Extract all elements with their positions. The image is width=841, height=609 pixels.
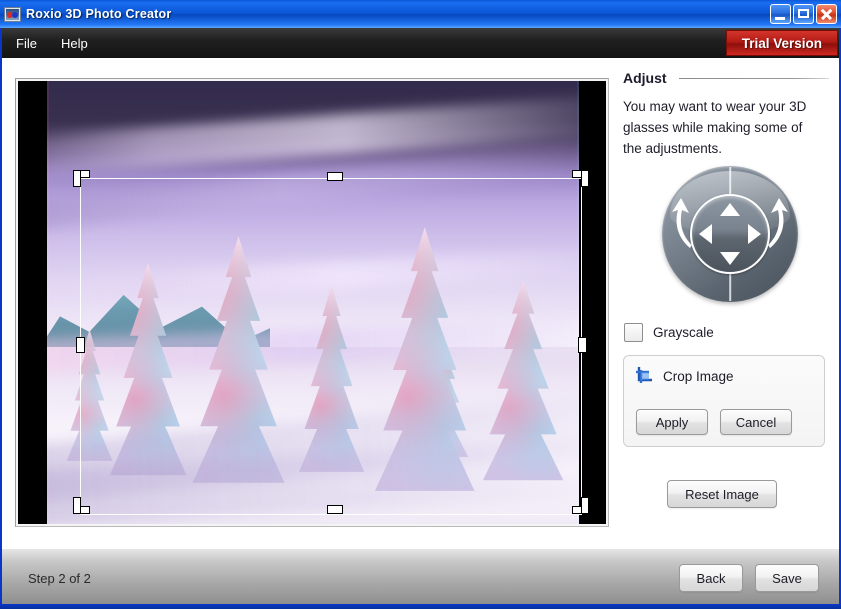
crop-handle-top-center[interactable] [327,172,343,181]
pan-down-icon[interactable] [720,252,740,265]
menu-item-file[interactable]: File [6,33,47,54]
pan-right-icon[interactable] [748,224,761,244]
title-bar: Roxio 3D Photo Creator [0,0,841,28]
maximize-button[interactable] [793,4,814,24]
navigator-split-bottom [729,271,731,301]
save-button[interactable]: Save [755,564,819,592]
reset-image-wrap: Reset Image [667,480,777,508]
status-bar: Step 2 of 2 Back Save [2,549,839,604]
apply-button[interactable]: Apply [636,409,708,435]
adjust-panel: Adjust You may want to wear your 3D glas… [610,58,839,549]
crop-handle-middle-left[interactable] [76,337,85,353]
crop-image-group: Crop Image Apply Cancel [623,355,825,447]
menu-bar: File Help Trial Version [2,28,839,58]
step-indicator: Step 2 of 2 [28,571,91,586]
reset-image-button[interactable]: Reset Image [667,480,777,508]
anaglyph-photo [47,81,579,524]
window-controls [770,4,841,24]
window-title: Roxio 3D Photo Creator [26,7,171,21]
minimize-button[interactable] [770,4,791,24]
3d-glasses-icon [4,7,21,22]
navigator-split-top [729,167,731,197]
close-button[interactable] [816,4,837,24]
grayscale-label: Grayscale [653,325,714,340]
adjust-navigator[interactable] [662,166,798,302]
wizard-navigation: Back Save [679,564,819,592]
cancel-button[interactable]: Cancel [720,409,792,435]
app-window: Roxio 3D Photo Creator File Help Trial V… [0,0,841,609]
client-area: Adjust You may want to wear your 3D glas… [2,58,839,549]
adjust-heading-row: Adjust [623,70,829,86]
crop-handle-top-left[interactable] [73,170,90,187]
menu-item-help[interactable]: Help [51,33,98,54]
crop-header: Crop Image [635,366,734,386]
pan-left-icon[interactable] [699,224,712,244]
crop-handle-bottom-left[interactable] [73,497,90,514]
image-preview-stage[interactable] [18,81,606,524]
crop-handle-bottom-center[interactable] [327,505,343,514]
page-title: Adjust [623,70,667,86]
grayscale-checkbox[interactable] [624,323,643,342]
crop-handle-bottom-right[interactable] [572,497,589,514]
crop-image-label: Crop Image [663,369,734,384]
crop-icon [635,366,655,386]
back-button[interactable]: Back [679,564,743,592]
grayscale-row: Grayscale [624,323,714,342]
pan-up-icon[interactable] [720,203,740,216]
navigator-inner-disc[interactable] [690,194,770,274]
crop-actions: Apply Cancel [636,409,792,435]
image-preview-frame [15,78,609,527]
adjust-description: You may want to wear your 3D glasses whi… [623,96,821,159]
crop-handle-top-right[interactable] [572,170,589,187]
heading-divider [679,78,829,79]
crop-handle-middle-right[interactable] [578,337,587,353]
trial-version-badge[interactable]: Trial Version [726,30,838,56]
window-bottom-border [0,604,841,609]
